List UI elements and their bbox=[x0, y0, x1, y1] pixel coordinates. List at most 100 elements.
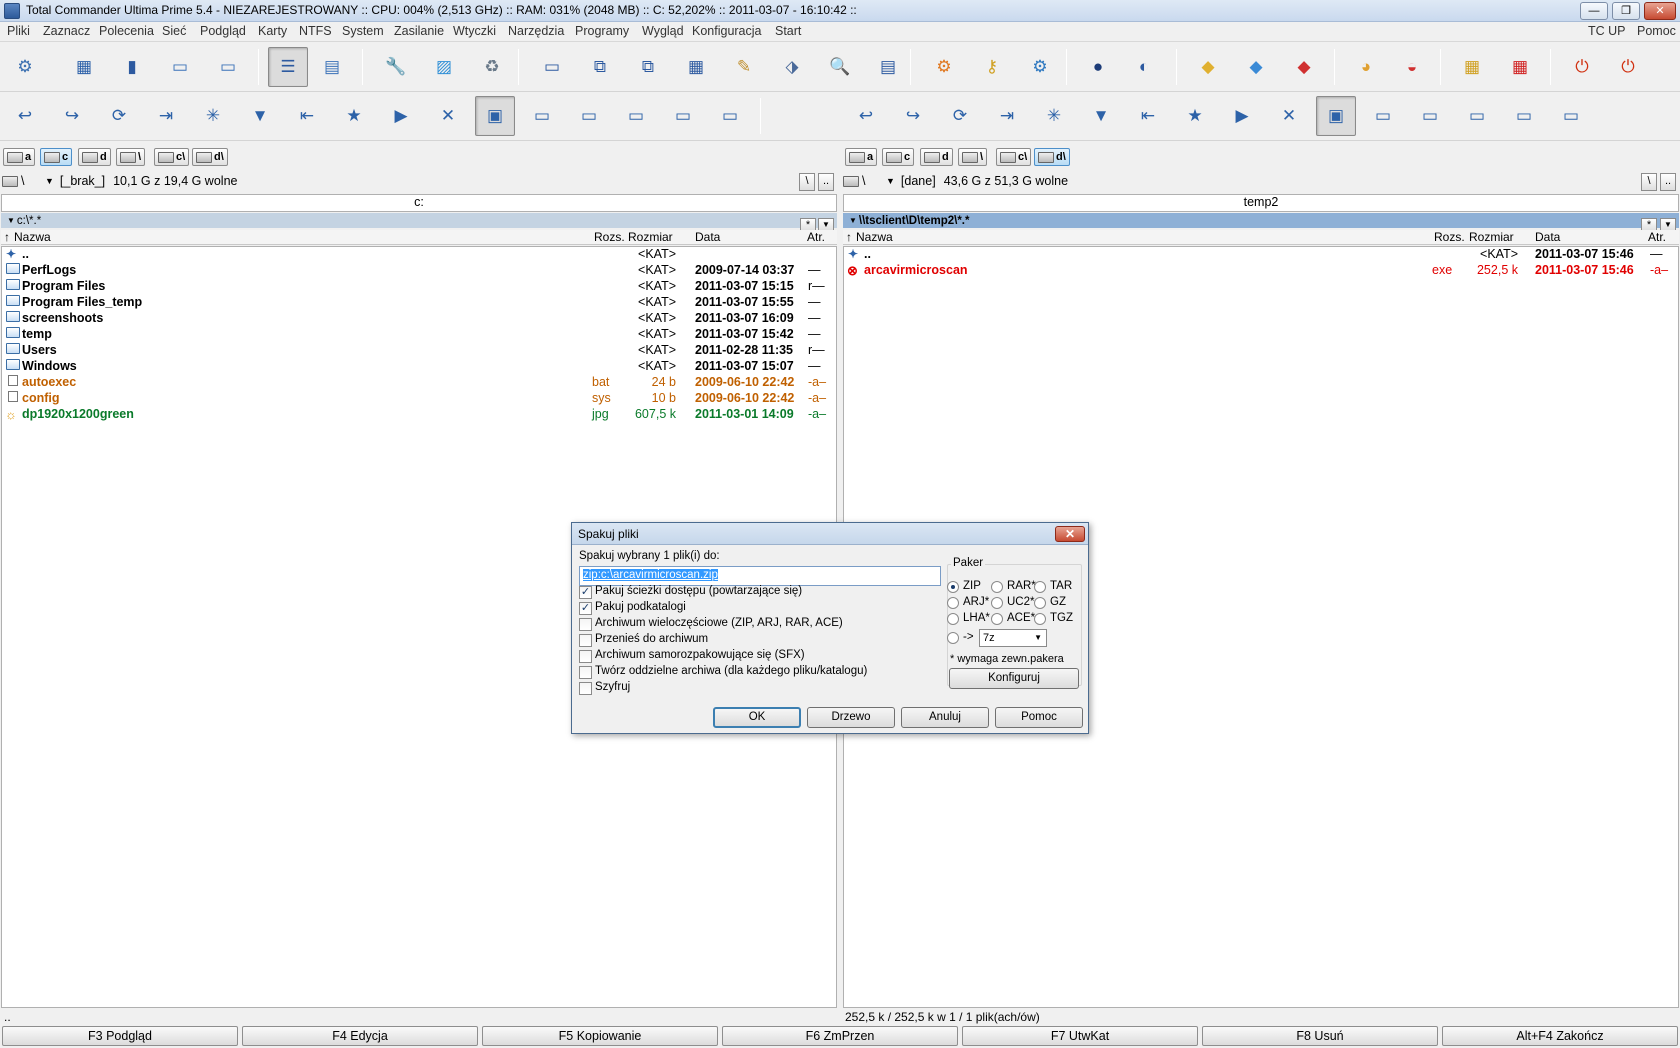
left-drive-4[interactable]: c\ bbox=[154, 148, 190, 166]
packer-radio-5[interactable] bbox=[1034, 597, 1046, 609]
right-cross-icon[interactable]: ✕ bbox=[1269, 96, 1309, 136]
pie-icon[interactable]: ◕ bbox=[1346, 47, 1386, 87]
left-file-row[interactable]: PerfLogs <KAT> 2009-07-14 03:37 — bbox=[2, 263, 836, 279]
fkey-f3[interactable]: F3 Podgląd bbox=[2, 1026, 238, 1046]
left-drive-5[interactable]: d\ bbox=[192, 148, 228, 166]
left-path-bar[interactable]: ▼ c:\*.* bbox=[1, 213, 837, 228]
option-checkbox-5[interactable] bbox=[579, 666, 592, 679]
right-back-icon[interactable]: ↩ bbox=[846, 96, 886, 136]
left-drive-selector[interactable]: \ bbox=[21, 174, 39, 188]
packer-radio-3[interactable] bbox=[947, 597, 959, 609]
menu-karty[interactable]: Karty bbox=[258, 24, 287, 38]
column-date[interactable]: Data bbox=[1535, 230, 1560, 244]
right-drive-3[interactable]: \ bbox=[958, 148, 988, 166]
menu-podgld[interactable]: Podgląd bbox=[200, 24, 246, 38]
menu-start[interactable]: Start bbox=[775, 24, 801, 38]
right-star-burst-icon[interactable]: ✳ bbox=[1034, 96, 1074, 136]
left-filter-icon[interactable]: ▼ bbox=[240, 96, 280, 136]
packer-radio-7[interactable] bbox=[991, 613, 1003, 625]
cube-icon[interactable]: ◆ bbox=[1236, 47, 1276, 87]
left-window4-icon[interactable]: ▭ bbox=[663, 96, 703, 136]
tree-button[interactable]: Drzewo bbox=[807, 707, 895, 728]
left-window5-icon[interactable]: ▭ bbox=[710, 96, 750, 136]
menu-wygld[interactable]: Wygląd bbox=[642, 24, 684, 38]
right-window5-icon[interactable]: ▭ bbox=[1551, 96, 1591, 136]
ok-button[interactable]: OK bbox=[713, 707, 801, 728]
option-checkbox-6[interactable] bbox=[579, 682, 592, 695]
trash-icon[interactable]: ♻ bbox=[472, 47, 512, 87]
column-name[interactable]: Nazwa bbox=[14, 230, 51, 244]
menu-right-0[interactable]: TC UP bbox=[1588, 24, 1626, 38]
configure-button[interactable]: Konfiguruj bbox=[949, 668, 1079, 689]
left-file-row[interactable]: Users <KAT> 2011-02-28 11:35 r— bbox=[2, 343, 836, 359]
column-size[interactable]: Rozmiar bbox=[1469, 230, 1514, 244]
archive-target-input[interactable]: zip:c:\arcavirmicroscan.zip bbox=[579, 566, 941, 586]
close-button[interactable]: ✕ bbox=[1644, 2, 1676, 20]
right-forward-icon[interactable]: ↪ bbox=[893, 96, 933, 136]
menu-narzdzia[interactable]: Narzędzia bbox=[508, 24, 564, 38]
packer-radio-1[interactable] bbox=[991, 581, 1003, 593]
grid-icon[interactable]: ▦ bbox=[676, 47, 716, 87]
other-packer-radio[interactable] bbox=[947, 632, 959, 644]
right-window4-icon[interactable]: ▭ bbox=[1504, 96, 1544, 136]
packer-radio-2[interactable] bbox=[1034, 581, 1046, 593]
right-window-icon[interactable]: ▭ bbox=[1363, 96, 1403, 136]
packer-radio-6[interactable] bbox=[947, 613, 959, 625]
search-icon[interactable]: 🔍 bbox=[820, 47, 860, 87]
right-file-row[interactable]: ✦.. <KAT> 2011-03-07 15:46 — bbox=[844, 247, 1678, 263]
globe2-icon[interactable]: ◐ bbox=[1124, 47, 1164, 87]
left-forward-icon[interactable]: ↪ bbox=[52, 96, 92, 136]
right-favorite-icon[interactable]: ★ bbox=[1175, 96, 1215, 136]
option-checkbox-1[interactable]: ✓ bbox=[579, 602, 592, 615]
box-icon[interactable]: ◆ bbox=[1188, 47, 1228, 87]
option-checkbox-0[interactable]: ✓ bbox=[579, 586, 592, 599]
left-refresh-icon[interactable]: ⟳ bbox=[99, 96, 139, 136]
right-rewind-icon[interactable]: ⇤ bbox=[1128, 96, 1168, 136]
packer-radio-8[interactable] bbox=[1034, 613, 1046, 625]
menu-programy[interactable]: Programy bbox=[575, 24, 629, 38]
menu-pliki[interactable]: Pliki bbox=[7, 24, 30, 38]
fkey-f4[interactable]: F4 Edycja bbox=[242, 1026, 478, 1046]
fkey-f6[interactable]: F6 ZmPrzen bbox=[722, 1026, 958, 1046]
left-file-row[interactable]: Program Files_temp <KAT> 2011-03-07 15:55 — bbox=[2, 295, 836, 311]
right-window2-icon[interactable]: ▭ bbox=[1410, 96, 1450, 136]
right-drive-1[interactable]: c bbox=[882, 148, 915, 166]
blue-gear-icon[interactable]: ⚙ bbox=[1020, 47, 1060, 87]
edit-icon[interactable]: ✎ bbox=[724, 47, 764, 87]
tag-icon[interactable]: ⬗ bbox=[772, 47, 812, 87]
menu-ntfs[interactable]: NTFS bbox=[299, 24, 332, 38]
left-file-row[interactable]: Windows <KAT> 2011-03-07 15:07 — bbox=[2, 359, 836, 375]
packer-radio-0[interactable] bbox=[947, 581, 959, 593]
left-cross-icon[interactable]: ✕ bbox=[428, 96, 468, 136]
fkey-f8[interactable]: F8 Usuń bbox=[1202, 1026, 1438, 1046]
cancel-button[interactable]: Anuluj bbox=[901, 707, 989, 728]
power-icon[interactable]: ⏻ bbox=[1562, 47, 1602, 87]
minimize-button[interactable]: — bbox=[1580, 2, 1608, 20]
tiles-icon[interactable]: ▦ bbox=[1452, 47, 1492, 87]
menu-zaznacz[interactable]: Zaznacz bbox=[43, 24, 90, 38]
left-file-row[interactable]: ✦.. <KAT> bbox=[2, 247, 836, 263]
menu-polecenia[interactable]: Polecenia bbox=[99, 24, 154, 38]
column-ext[interactable]: Rozs. bbox=[594, 230, 625, 244]
chip-icon[interactable]: ▦ bbox=[64, 47, 104, 87]
left-file-row[interactable]: autoexec bat 24 b 2009-06-10 22:42 -a– bbox=[2, 375, 836, 391]
menu-konfiguracja[interactable]: Konfiguracja bbox=[692, 24, 762, 38]
left-drive-0[interactable]: a bbox=[3, 148, 36, 166]
chevron-down-icon[interactable]: ▼ bbox=[886, 176, 895, 186]
left-window-icon[interactable]: ▭ bbox=[522, 96, 562, 136]
left-drive-1[interactable]: c bbox=[40, 148, 73, 166]
fkey-f5[interactable]: F5 Kopiowanie bbox=[482, 1026, 718, 1046]
rect-icon[interactable]: ▭ bbox=[532, 47, 572, 87]
left-root-button[interactable]: \ bbox=[799, 173, 815, 191]
left-file-row[interactable]: screenshoots <KAT> 2011-03-07 16:09 — bbox=[2, 311, 836, 327]
column-attr[interactable]: Atr. bbox=[1648, 230, 1666, 244]
menu-sie[interactable]: Sieć bbox=[162, 24, 186, 38]
picture-icon[interactable]: ▨ bbox=[424, 47, 464, 87]
brief-view-icon[interactable]: ▤ bbox=[312, 47, 352, 87]
right-window3-icon[interactable]: ▭ bbox=[1457, 96, 1497, 136]
right-drive-selector[interactable]: \ bbox=[862, 174, 880, 188]
window-star-icon[interactable]: ▭ bbox=[208, 47, 248, 87]
right-path-bar[interactable]: ▼ \\tsclient\D\temp2\*.* bbox=[843, 213, 1679, 228]
menu-zasilanie[interactable]: Zasilanie bbox=[394, 24, 444, 38]
dialog-close-button[interactable]: ✕ bbox=[1055, 526, 1085, 542]
